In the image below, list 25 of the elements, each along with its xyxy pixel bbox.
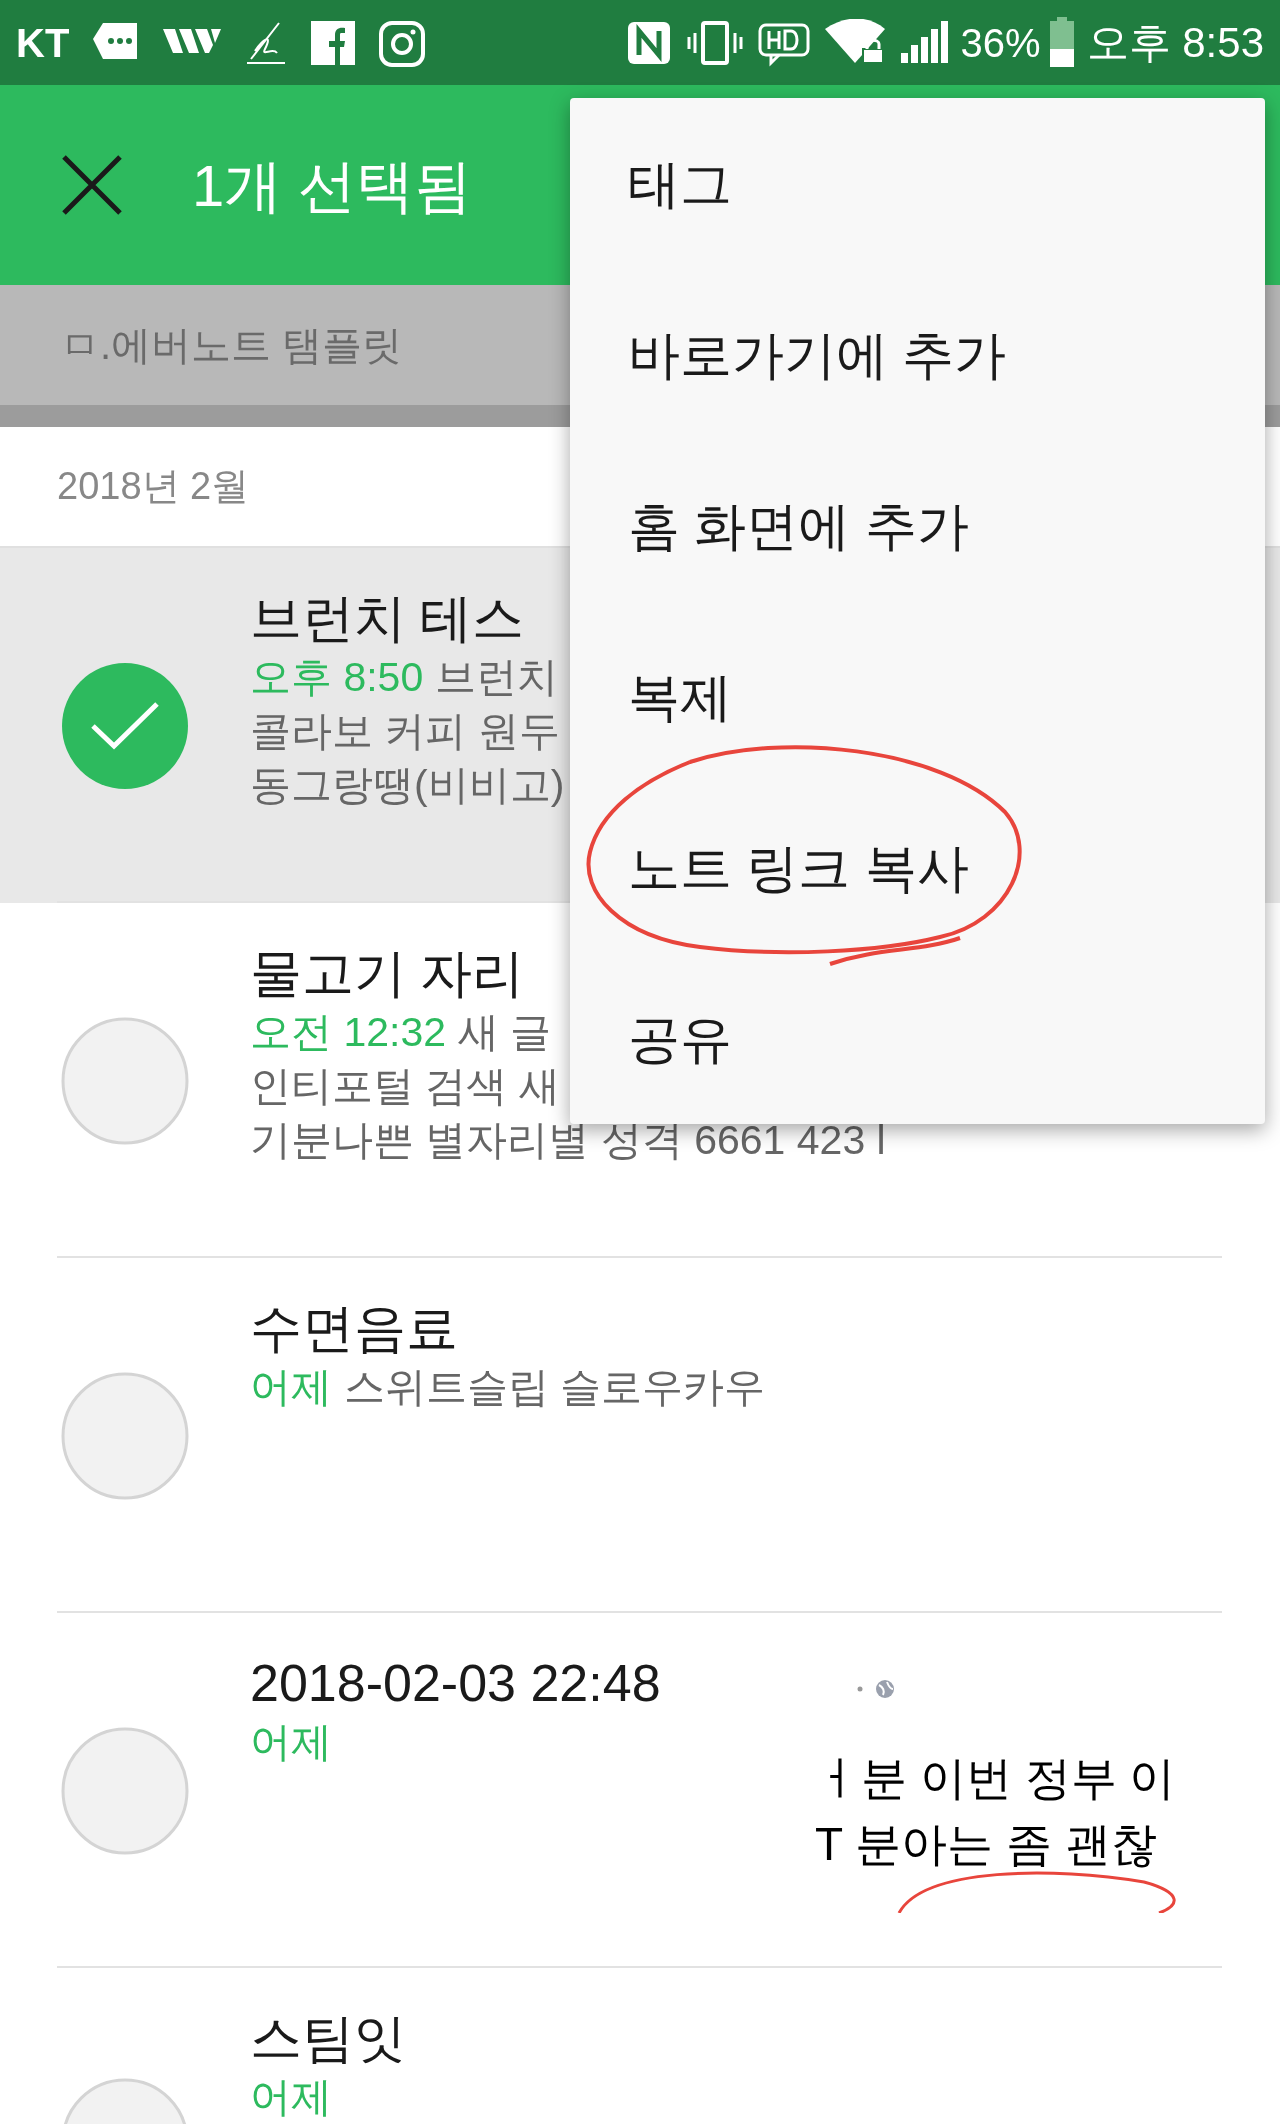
note-title: 수면음료 xyxy=(250,1298,459,1359)
note-snippet: 기분나쁜 별자리별 성격 6661 423 l xyxy=(250,1116,886,1165)
note-snippet: 콜라보 커피 원두 xyxy=(250,707,561,756)
note-snippet: 브런치 xyxy=(435,653,559,702)
selection-title: 1개 선택됨 xyxy=(192,151,473,220)
note-time: 어제 xyxy=(250,2073,332,2122)
notebook-name: ㅁ.에버노트 탬플릿 xyxy=(60,322,403,369)
note-snippet: 인티포털 검색 새 xyxy=(250,1062,561,1111)
note-title: 2018-02-03 22:48 xyxy=(250,1653,661,1714)
note-time: 어제 xyxy=(250,1363,332,1412)
note-title: 스팀잇 xyxy=(250,2008,406,2069)
note-time: 어제 xyxy=(250,1718,332,1767)
carrier-name: KT xyxy=(16,19,70,67)
thumbnail-text: T 분아는 좀 괜찮 xyxy=(815,1817,1158,1872)
note-title: 브런치 테스 xyxy=(250,588,526,649)
note-snippet: 스위트슬립 슬로우카우 xyxy=(344,1363,766,1412)
note-time: 오후 8:50 xyxy=(250,653,424,702)
note-title: 물고기 자리 xyxy=(250,943,526,1004)
note-time: 오전 12:32 xyxy=(250,1008,446,1057)
note-snippet: 새 글 xyxy=(458,1008,552,1057)
battery-level: 36% xyxy=(960,19,1041,67)
section-header: 2018년 2월 xyxy=(57,464,250,509)
note-snippet: 동그랑땡(비비고) xyxy=(250,761,565,810)
clock-time: 오후 8:53 xyxy=(1086,18,1264,68)
thumbnail-text: ㅓ분 이번 정부 이 xyxy=(815,1751,1177,1806)
